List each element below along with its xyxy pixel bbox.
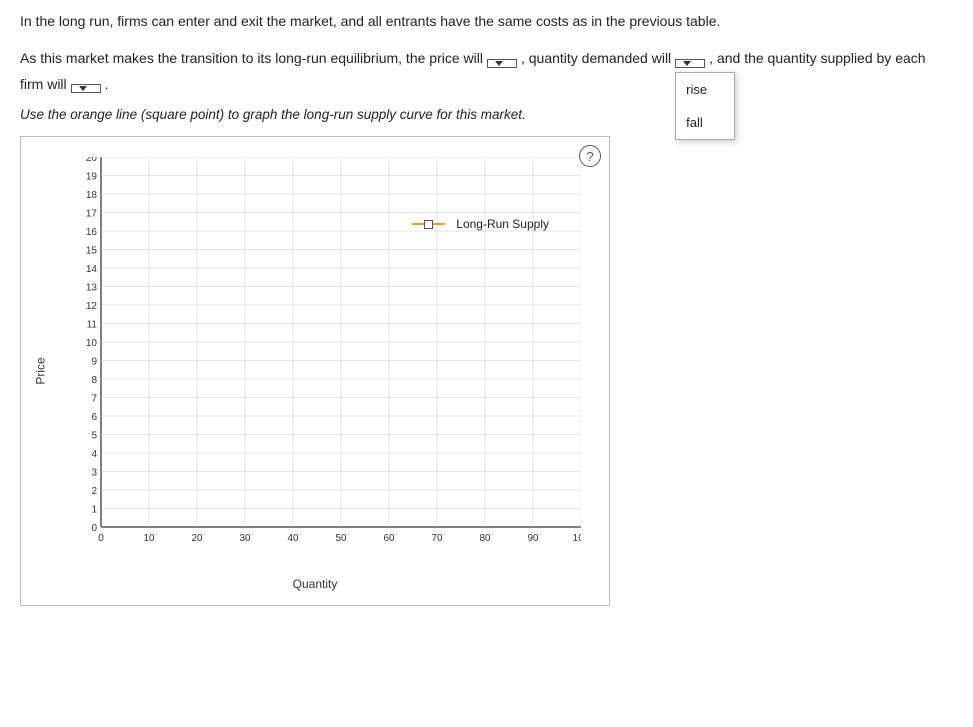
question-text-1: As this market makes the transition to i… [20,46,483,71]
svg-text:0: 0 [98,533,104,544]
svg-text:18: 18 [86,190,98,201]
legend-line-right [433,223,445,225]
svg-text:11: 11 [87,320,98,331]
firm-supply-dropdown-arrow [79,86,87,91]
svg-text:20: 20 [191,533,203,544]
svg-text:20: 20 [86,157,98,164]
quantity-demanded-dropdown-arrow [683,61,691,66]
legend-item-long-run-supply: Long-Run Supply [412,217,549,231]
question-text-3: , and the quantity supplied by each [709,46,925,71]
chart-svg[interactable]: 0 1 2 3 4 5 6 7 8 9 10 11 12 13 14 15 16… [71,157,581,547]
instructions-text: Use the orange line (square point) to gr… [20,107,953,122]
svg-text:7: 7 [91,394,97,405]
question-text-2: , quantity demanded will [521,46,671,71]
svg-text:8: 8 [91,375,97,386]
chart-legend: Long-Run Supply [412,217,549,231]
quantity-demanded-dropdown-button[interactable] [675,59,705,68]
svg-text:10: 10 [143,533,155,544]
svg-text:100: 100 [573,533,581,544]
svg-text:17: 17 [86,209,98,220]
svg-text:16: 16 [86,227,98,238]
svg-text:40: 40 [287,533,299,544]
svg-text:50: 50 [335,533,347,544]
firm-supply-dropdown-wrapper[interactable] [71,76,101,94]
svg-text:80: 80 [479,533,491,544]
svg-text:19: 19 [86,172,98,183]
question-line-1: As this market makes the transition to i… [20,46,953,71]
quantity-demanded-dropdown-wrapper[interactable]: rise fall [675,46,705,71]
price-dropdown-button[interactable] [487,59,517,68]
svg-text:90: 90 [527,533,539,544]
svg-text:1: 1 [91,505,97,516]
svg-text:13: 13 [86,283,98,294]
svg-text:2: 2 [91,486,97,497]
quantity-demanded-dropdown-menu: rise fall [675,72,735,141]
chart-container: ? Price [20,136,610,606]
svg-text:10: 10 [86,338,98,349]
y-axis-label: Price [34,357,48,384]
intro-paragraph: In the long run, firms can enter and exi… [20,10,953,32]
menu-item-fall[interactable]: fall [676,106,734,139]
svg-text:30: 30 [239,533,251,544]
second-question-line: firm will . [20,76,953,94]
svg-text:14: 14 [86,264,98,275]
legend-label-long-run-supply: Long-Run Supply [456,217,549,231]
svg-text:15: 15 [86,246,98,257]
svg-text:70: 70 [431,533,443,544]
svg-text:6: 6 [91,412,97,423]
x-axis-label: Quantity [293,577,338,591]
question-text-4: firm will [20,76,67,92]
question-text-5: . [105,76,109,92]
price-dropdown-wrapper[interactable] [487,46,517,71]
menu-item-rise[interactable]: rise [676,73,734,106]
firm-supply-dropdown-button[interactable] [71,84,101,93]
legend-line-left [412,223,424,225]
svg-text:4: 4 [91,449,97,460]
svg-text:9: 9 [91,357,97,368]
svg-text:12: 12 [86,301,98,312]
price-dropdown-arrow [495,61,503,66]
legend-square-point[interactable] [424,220,433,229]
svg-text:3: 3 [91,468,97,479]
help-icon[interactable]: ? [579,145,601,167]
svg-text:5: 5 [91,431,97,442]
x-ticks: 0 10 20 30 40 50 60 70 80 90 100 [98,533,581,544]
svg-text:60: 60 [383,533,395,544]
svg-text:0: 0 [91,523,97,534]
y-ticks: 0 1 2 3 4 5 6 7 8 9 10 11 12 13 14 15 16… [86,157,98,534]
